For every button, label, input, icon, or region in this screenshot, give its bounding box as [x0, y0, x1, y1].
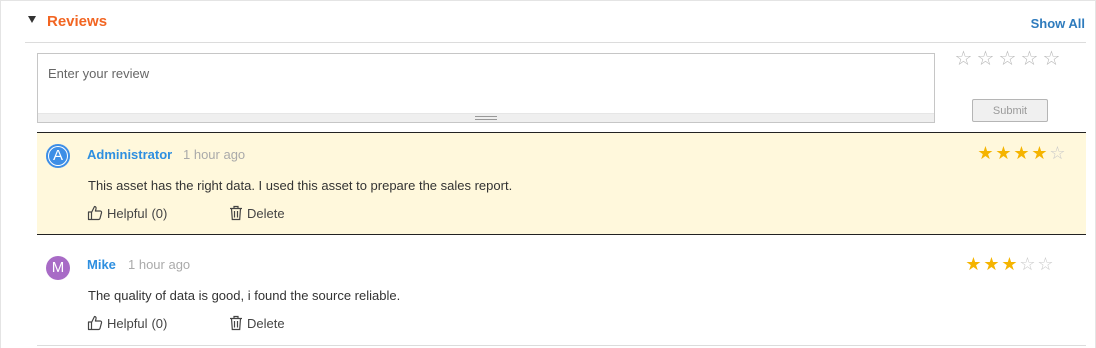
review-input[interactable] — [38, 54, 934, 122]
helpful-label: Helpful — [107, 205, 148, 221]
star-outline-icon[interactable]: ☆ — [953, 48, 974, 70]
avatar: M — [46, 256, 70, 280]
star-filled-icon: ★ — [1001, 254, 1018, 274]
review-time: 1 hour ago — [128, 257, 191, 272]
star-filled-icon: ★ — [977, 143, 994, 163]
show-all-link[interactable]: Show All — [1031, 16, 1085, 31]
review-textarea-wrapper — [37, 53, 935, 123]
caret-down-icon[interactable] — [28, 16, 36, 23]
helpful-button[interactable]: Helpful (0) — [87, 315, 167, 331]
helpful-button[interactable]: Helpful (0) — [87, 205, 167, 221]
star-outline-icon[interactable]: ☆ — [1019, 48, 1040, 70]
review-author[interactable]: Mike — [87, 257, 116, 272]
resize-grip-icon — [475, 116, 497, 120]
star-outline-icon[interactable]: ☆ — [975, 48, 996, 70]
delete-button[interactable]: Delete — [229, 205, 285, 221]
reviews-header: Reviews Show All — [25, 1, 1086, 43]
star-filled-icon: ★ — [995, 143, 1012, 163]
avatar: A — [46, 144, 70, 168]
star-outline-icon: ☆ — [1049, 143, 1066, 163]
resize-handle[interactable] — [38, 113, 934, 122]
delete-label: Delete — [247, 205, 285, 221]
review-item: M Mike 1 hour ago ★ ★ ★ ☆ ☆ The quality … — [37, 235, 1086, 346]
helpful-label: Helpful — [107, 315, 148, 331]
star-outline-icon: ☆ — [1019, 254, 1036, 274]
delete-button[interactable]: Delete — [229, 315, 285, 331]
star-outline-icon[interactable]: ☆ — [1041, 48, 1062, 70]
star-outline-icon[interactable]: ☆ — [997, 48, 1018, 70]
rating-input: ☆ ☆ ☆ ☆ ☆ — [953, 48, 1062, 70]
star-outline-icon: ☆ — [1037, 254, 1054, 274]
review-text: The quality of data is good, i found the… — [88, 288, 401, 303]
submit-button[interactable]: Submit — [972, 99, 1048, 122]
star-filled-icon: ★ — [1031, 143, 1048, 163]
star-filled-icon: ★ — [983, 254, 1000, 274]
review-text: This asset has the right data. I used th… — [88, 178, 513, 193]
review-rating: ★ ★ ★ ☆ ☆ — [965, 254, 1054, 274]
trash-icon — [230, 205, 242, 221]
review-time: 1 hour ago — [183, 147, 246, 162]
trash-icon — [230, 315, 242, 331]
star-filled-icon: ★ — [965, 254, 982, 274]
review-author[interactable]: Administrator — [87, 147, 172, 162]
delete-label: Delete — [247, 315, 285, 331]
reviews-panel: Reviews Show All ☆ ☆ ☆ ☆ ☆ Submit A Admi… — [0, 0, 1096, 348]
helpful-count: (0) — [151, 205, 168, 221]
section-title: Reviews — [47, 13, 108, 30]
thumbs-up-icon — [87, 315, 103, 331]
thumbs-up-icon — [87, 205, 103, 221]
review-rating: ★ ★ ★ ★ ☆ — [977, 143, 1066, 163]
review-item: A Administrator 1 hour ago ★ ★ ★ ★ ☆ Thi… — [37, 132, 1086, 235]
star-filled-icon: ★ — [1013, 143, 1030, 163]
helpful-count: (0) — [151, 315, 168, 331]
